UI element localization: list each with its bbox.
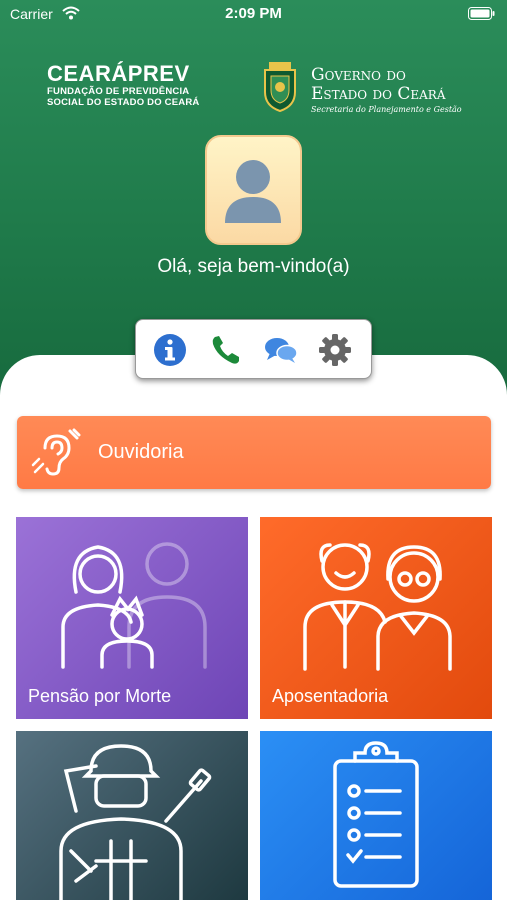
tile-documentos[interactable] xyxy=(260,731,492,900)
governo-ceara-logo: Governo do Estado do Ceará Secretaria do… xyxy=(311,66,462,116)
gear-icon[interactable] xyxy=(317,332,353,368)
governo-line-1: Governo do xyxy=(311,65,406,85)
tile-militar[interactable] xyxy=(16,731,248,900)
tile-pensao-label: Pensão por Morte xyxy=(28,686,172,706)
avatar[interactable] xyxy=(205,135,302,245)
ceara-prev-logo: CEARÁPREV FUNDAÇÃO DE PREVIDÊNCIA SOCIAL… xyxy=(47,61,200,109)
battery-icon xyxy=(468,7,495,20)
soldier-icon xyxy=(59,744,212,900)
ceara-prev-name: CEARÁPREV xyxy=(47,61,190,86)
user-icon xyxy=(225,160,281,223)
tile-aposentadoria-label: Aposentadoria xyxy=(272,686,389,706)
phone-icon[interactable] xyxy=(208,332,244,368)
info-icon[interactable] xyxy=(152,332,188,368)
status-bar: Carrier 2:09 PM xyxy=(0,0,507,28)
ceara-prev-subtitle-2: SOCIAL DO ESTADO DO CEARÁ xyxy=(47,97,200,108)
tile-aposentadoria[interactable]: Aposentadoria xyxy=(260,517,492,719)
ouvidoria-label: Ouvidoria xyxy=(98,441,184,463)
status-time: 2:09 PM xyxy=(225,5,282,22)
ouvidoria-button[interactable]: Ouvidoria xyxy=(17,416,491,489)
chat-icon[interactable] xyxy=(263,332,299,368)
ear-icon xyxy=(31,428,81,476)
ceara-prev-subtitle-1: FUNDAÇÃO DE PREVIDÊNCIA xyxy=(47,86,190,97)
greeting-text: Olá, seja bem-vindo(a) xyxy=(157,256,350,277)
quick-actions-bar xyxy=(135,319,372,379)
governo-line-2: Estado do Ceará xyxy=(311,84,446,104)
coat-of-arms-icon xyxy=(264,62,296,112)
tile-pensao-por-morte[interactable]: Pensão por Morte xyxy=(16,517,248,719)
governo-line-3: Secretaria do Planejamento e Gestão xyxy=(311,105,462,114)
clipboard-icon xyxy=(333,741,419,888)
